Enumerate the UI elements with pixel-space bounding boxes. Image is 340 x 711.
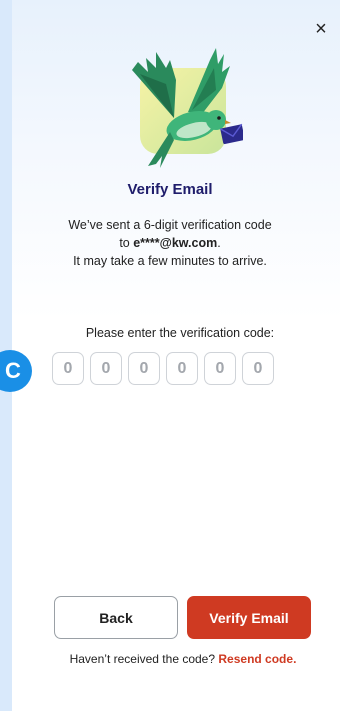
code-digit-4[interactable]: 0 bbox=[166, 352, 198, 385]
verification-code-input: 0 0 0 0 0 0 bbox=[52, 352, 274, 385]
description-line-2: to e****@kw.com. bbox=[0, 234, 340, 252]
back-button[interactable]: Back bbox=[54, 596, 178, 639]
bird-envelope-illustration bbox=[118, 40, 245, 168]
resend-prompt: Haven’t received the code? bbox=[69, 652, 216, 666]
close-icon[interactable]: × bbox=[311, 18, 331, 40]
code-digit-5[interactable]: 0 bbox=[204, 352, 236, 385]
resend-code-link[interactable]: Resend code. bbox=[218, 652, 296, 666]
resend-row: Haven’t received the code? Resend code. bbox=[0, 652, 340, 666]
code-prompt: Please enter the verification code: bbox=[85, 326, 275, 340]
masked-email: e****@kw.com bbox=[133, 236, 218, 250]
verify-email-button[interactable]: Verify Email bbox=[187, 596, 311, 639]
code-digit-6[interactable]: 0 bbox=[242, 352, 274, 385]
code-digit-3[interactable]: 0 bbox=[128, 352, 160, 385]
code-digit-1[interactable]: 0 bbox=[52, 352, 84, 385]
description-line-3: It may take a few minutes to arrive. bbox=[73, 254, 267, 268]
description-line-1: We’ve sent a 6-digit verification code bbox=[68, 218, 272, 232]
verification-description: We’ve sent a 6-digit verification code t… bbox=[0, 216, 340, 270]
page-title: Verify Email bbox=[127, 181, 213, 198]
description-suffix: . bbox=[217, 236, 221, 250]
code-digit-2[interactable]: 0 bbox=[90, 352, 122, 385]
description-prefix: to bbox=[119, 236, 134, 250]
